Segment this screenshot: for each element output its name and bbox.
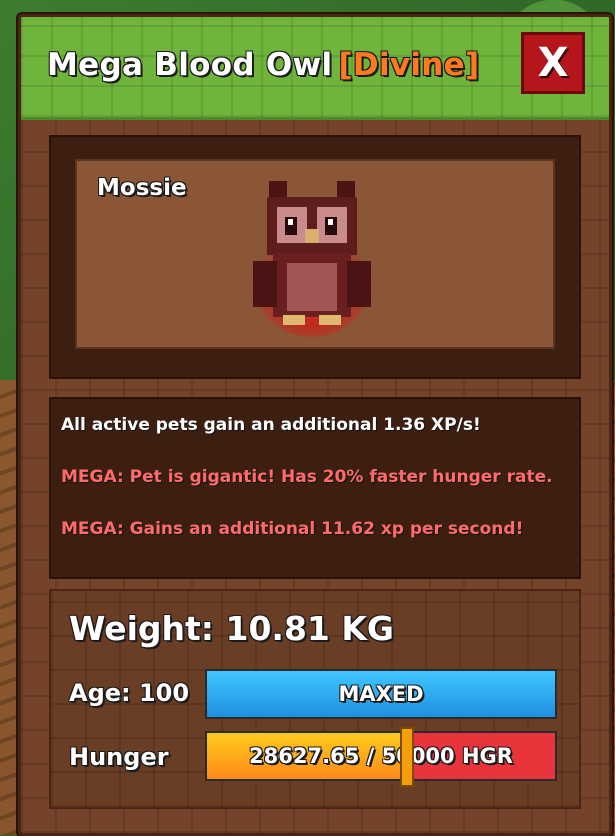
pet-stats: Weight: 10.81 KG Age: 100 MAXED Hunger 2… [49,589,581,809]
pet-name: Mossie [97,175,187,201]
pet-description: All active pets gain an additional 1.36 … [49,397,581,579]
pet-preview-frame: Mossie [49,135,581,379]
owl-icon [250,181,374,337]
pet-preview: Mossie [75,159,555,349]
hunger-label: Hunger [69,743,169,771]
close-icon: X [537,40,569,86]
age-bar-text: MAXED [338,682,424,706]
weight-value: Weight: 10.81 KG [69,609,395,648]
page-title: Mega Blood Owl [Divine] [47,47,479,83]
mega-text-hunger: MEGA: Pet is gigantic! Has 20% faster hu… [61,467,553,487]
age-label: Age: 100 [69,679,190,707]
bonus-text: All active pets gain an additional 1.36 … [61,415,481,435]
panel-header: Mega Blood Owl [Divine] X [21,17,609,120]
pet-info-panel: Mega Blood Owl [Divine] X Mossie All act… [18,14,612,836]
hunger-bar-text: 28627.65 / 50000 HGR [249,744,513,768]
pet-title: Mega Blood Owl [47,47,333,83]
age-bar: MAXED [205,669,557,719]
rarity-badge: [Divine] [338,47,480,83]
hunger-bar: 28627.65 / 50000 HGR [205,731,557,781]
close-button[interactable]: X [521,32,585,94]
hunger-slider-knob [399,727,414,787]
mega-text-xp: MEGA: Gains an additional 11.62 xp per s… [61,519,524,539]
